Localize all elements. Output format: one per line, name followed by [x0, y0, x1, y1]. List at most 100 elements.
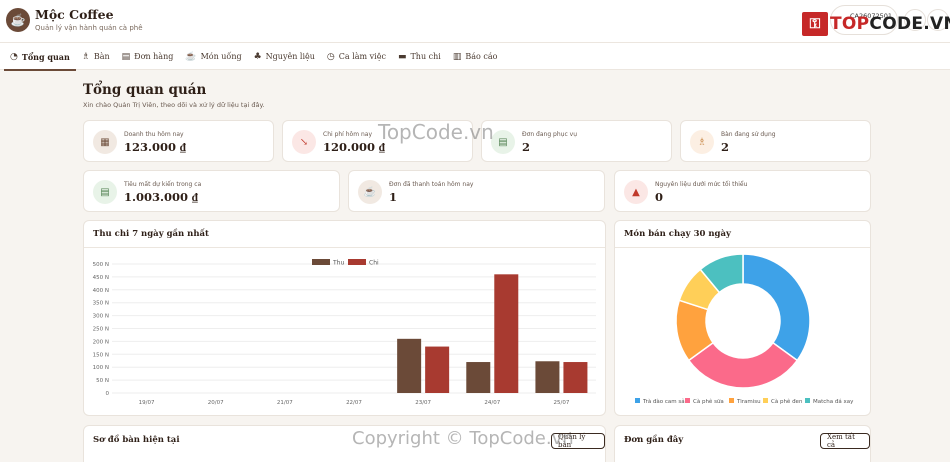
tab-2[interactable]: ▤ Đơn hàng: [116, 43, 180, 70]
tab-4[interactable]: ♣ Nguyên liệu: [248, 43, 321, 70]
stat-card: ▲ Nguyên liệu dưới mức tối thiểu 0: [614, 170, 871, 212]
y-tick-label: 250 N: [93, 327, 109, 333]
receipt-icon: ▤: [121, 51, 131, 62]
stat-card: ↘ Chi phí hôm nay 120.000 ₫: [282, 120, 473, 162]
page-subtitle: Xin chào Quản Trị Viên, theo dõi và xử l…: [83, 101, 265, 109]
income-expense-bar-chart: 0 50 N 100 N 150 N 200 N 250 N 300 N 350 N 400 N…: [93, 259, 596, 406]
report-icon: ▥: [452, 51, 462, 62]
legend-label: Cà phê đen: [771, 398, 803, 405]
tab-label: Bàn: [93, 52, 110, 61]
manage-tables-button[interactable]: Quản lý bàn: [551, 433, 605, 449]
topcode-watermark-logo: TOPCODE.VN: [830, 14, 950, 34]
legend-swatch: [685, 398, 690, 403]
app-header: ☕ Mộc Coffee Quản lý vận hành quán cà ph…: [0, 0, 950, 43]
tab-7[interactable]: ▥ Báo cáo: [447, 43, 504, 70]
tab-0[interactable]: ◔ Tổng quan: [4, 43, 76, 71]
table-map-panel: Sơ đồ bàn hiện tại Quản lý bàn: [83, 425, 606, 462]
y-tick-label: 450 N: [93, 275, 109, 281]
cash-icon: ▤: [93, 180, 117, 204]
chair-icon: ♗: [81, 51, 90, 62]
donut-slice: [687, 341, 799, 389]
tab-3[interactable]: ☕ Món uống: [179, 43, 247, 70]
legend-swatch: [729, 398, 734, 403]
y-tick-label: 400 N: [93, 288, 109, 294]
legend-label: Thu: [332, 260, 344, 267]
stat-value: 0: [655, 190, 664, 204]
view-all-orders-button[interactable]: Xem tất cả: [820, 433, 870, 449]
legend-swatch: [312, 259, 330, 265]
stat-value: 1.003.000 ₫: [124, 190, 198, 204]
bar-thu: [466, 362, 491, 393]
panel-title: Món bán chạy 30 ngày: [624, 229, 731, 239]
y-tick-label: 350 N: [93, 301, 109, 307]
stat-label: Nguyên liệu dưới mức tối thiểu: [655, 181, 748, 188]
legend-swatch: [348, 259, 366, 265]
legend-label: Matcha đá xay: [813, 398, 854, 405]
top-items-donut-chart: Trà đào cam sả Cà phê sữa Tiramisu Cà phê đ…: [635, 253, 854, 405]
stat-card: ♗ Bàn đang sử dụng 2: [680, 120, 871, 162]
y-tick-label: 150 N: [93, 352, 109, 358]
tab-5[interactable]: ◷ Ca làm việc: [321, 43, 392, 70]
tab-label: Thu chi: [410, 52, 441, 61]
stat-value: 1: [389, 190, 398, 204]
x-tick-label: 20/07: [208, 400, 224, 406]
clock-icon: ◷: [326, 51, 335, 62]
x-tick-label: 22/07: [346, 400, 362, 406]
legend-label: Cà phê sữa: [693, 398, 724, 405]
recent-orders-panel: Đơn gần đây Xem tất cả: [614, 425, 871, 462]
y-tick-label: 300 N: [93, 314, 109, 320]
panel-title: Đơn gần đây: [624, 435, 684, 445]
stat-value: 2: [721, 140, 730, 154]
x-tick-label: 25/07: [553, 400, 569, 406]
y-tick-label: 50 N: [96, 378, 109, 384]
wallet-icon: ▬: [397, 51, 407, 62]
tab-label: Đơn hàng: [134, 52, 174, 61]
bar-thu: [535, 361, 560, 393]
top-items-panel: Món bán chạy 30 ngày Trà đào cam sả Cà ph…: [614, 220, 871, 416]
stat-card: ▤ Đơn đang phục vụ 2: [481, 120, 672, 162]
money-icon: ▦: [93, 130, 117, 154]
y-tick-label: 100 N: [93, 365, 109, 371]
y-tick-label: 500 N: [93, 262, 109, 268]
tab-1[interactable]: ♗ Bàn: [76, 43, 116, 70]
x-tick-label: 21/07: [277, 400, 293, 406]
page-title: Tổng quan quán: [83, 82, 207, 98]
x-tick-label: 19/07: [139, 400, 155, 406]
tab-label: Báo cáo: [465, 52, 498, 61]
main-nav: ◔ Tổng quan ♗ Bàn ▤ Đơn hàng ☕ Món uống ♣ Nguyên …: [0, 43, 950, 71]
stat-card: ▤ Tiêu mất dự kiến trong ca 1.003.000 ₫: [83, 170, 340, 212]
topcode-logo-icon: ⚿: [802, 12, 828, 36]
income-expense-panel: Thu chi 7 ngày gần nhất 0 50 N 100 N 150 N 2…: [83, 220, 606, 416]
stat-label: Chi phí hôm nay: [323, 131, 373, 138]
stat-card: ▦ Doanh thu hôm nay 123.000 ₫: [83, 120, 274, 162]
y-tick-label: 0: [106, 391, 110, 397]
stat-value: 120.000 ₫: [323, 140, 385, 154]
legend-swatch: [763, 398, 768, 403]
legend-swatch: [805, 398, 810, 403]
legend-label: Trà đào cam sả: [642, 398, 685, 405]
stat-label: Doanh thu hôm nay: [124, 131, 184, 138]
tab-label: Nguyên liệu: [265, 52, 315, 61]
legend-label: Chi: [369, 260, 379, 267]
tab-6[interactable]: ▬ Thu chi: [392, 43, 447, 70]
stat-card: ☕ Đơn đã thanh toán hôm nay 1: [348, 170, 605, 212]
receipt-icon: ▤: [491, 130, 515, 154]
bar-chi: [494, 274, 519, 393]
ingredients-icon: ♣: [253, 51, 262, 62]
dashboard-icon: ◔: [10, 51, 18, 62]
x-tick-label: 23/07: [415, 400, 431, 406]
bar-thu: [397, 338, 422, 393]
cup-icon: ☕: [358, 180, 382, 204]
coffee-logo-icon[interactable]: ☕: [6, 8, 30, 32]
panel-title: Sơ đồ bàn hiện tại: [93, 435, 180, 445]
stat-value: 2: [522, 140, 531, 154]
y-tick-label: 200 N: [93, 339, 109, 345]
app-title: Mộc Coffee: [35, 7, 114, 22]
tab-label: Ca làm việc: [338, 52, 386, 61]
stat-value: 123.000 ₫: [124, 140, 186, 154]
stat-label: Đơn đã thanh toán hôm nay: [389, 181, 474, 188]
app-subtitle: Quản lý vận hành quán cà phê: [35, 24, 143, 32]
bar-chi: [425, 346, 450, 393]
x-tick-label: 24/07: [484, 400, 500, 406]
stat-label: Tiêu mất dự kiến trong ca: [124, 181, 202, 188]
